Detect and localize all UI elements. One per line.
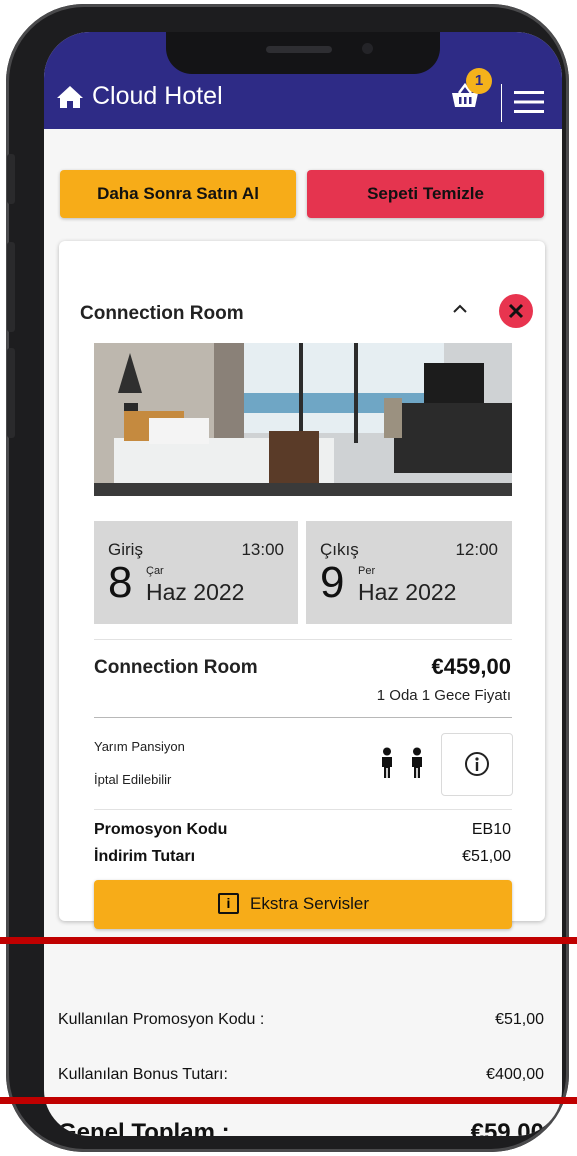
annotation-line-top bbox=[0, 937, 577, 944]
bonus-used-value: €400,00 bbox=[486, 1066, 544, 1083]
mute-switch bbox=[7, 154, 15, 204]
checkin-month-year: Haz 2022 bbox=[146, 579, 245, 605]
speaker bbox=[266, 46, 332, 53]
checkout-time: 12:00 bbox=[455, 540, 498, 559]
camera bbox=[362, 43, 373, 54]
app-title[interactable]: Cloud Hotel bbox=[92, 82, 223, 111]
promo-used-value: €51,00 bbox=[495, 1011, 544, 1028]
promo-used-label: Kullanılan Promosyon Kodu : bbox=[58, 1011, 265, 1028]
divider bbox=[94, 717, 512, 718]
checkin-time: 13:00 bbox=[241, 540, 284, 559]
checkout-weekday: Per bbox=[358, 565, 376, 577]
promo-code-value: EB10 bbox=[471, 821, 511, 838]
room-photo bbox=[94, 343, 512, 496]
volume-up-button bbox=[7, 242, 15, 332]
divider bbox=[94, 809, 512, 810]
buy-later-button[interactable]: Daha Sonra Satın Al bbox=[60, 170, 296, 218]
checkout-box: Çıkış 12:00 9 Per Haz 2022 bbox=[306, 521, 512, 624]
checkin-box: Giriş 13:00 8 Çar Haz 2022 bbox=[94, 521, 298, 624]
grand-total-label: Genel Toplam : bbox=[58, 1119, 230, 1136]
person-icon bbox=[410, 747, 424, 784]
checkin-weekday: Çar bbox=[146, 565, 164, 577]
room-price: €459,00 bbox=[431, 654, 511, 679]
discount-value: €51,00 bbox=[462, 848, 511, 865]
volume-down-button bbox=[7, 348, 15, 438]
extra-services-label: Ekstra Servisler bbox=[250, 894, 370, 913]
info-icon bbox=[464, 751, 490, 782]
bonus-used-label: Kullanılan Bonus Tutarı: bbox=[58, 1066, 228, 1083]
person-icon bbox=[380, 747, 394, 784]
divider bbox=[94, 639, 512, 640]
grand-total-value: €59,00 bbox=[470, 1119, 544, 1136]
phone-frame: Cloud Hotel 1 Daha Sonra Satın Al Sepeti… bbox=[6, 4, 569, 1152]
cancel-policy: İptal Edilebilir bbox=[94, 772, 172, 787]
discount-label: İndirim Tutarı bbox=[94, 848, 196, 865]
chevron-up-icon[interactable] bbox=[452, 301, 468, 319]
notch bbox=[166, 32, 440, 74]
menu-icon[interactable] bbox=[514, 90, 544, 119]
checkin-day: 8 bbox=[108, 558, 133, 607]
checkout-day: 9 bbox=[320, 558, 345, 607]
room-info-button[interactable] bbox=[441, 733, 513, 796]
checkout-label: Çıkış bbox=[320, 540, 359, 559]
close-icon[interactable] bbox=[499, 294, 533, 328]
home-icon[interactable] bbox=[56, 84, 84, 115]
checkin-label: Giriş bbox=[108, 540, 143, 559]
checkout-month-year: Haz 2022 bbox=[358, 579, 457, 605]
screen: Cloud Hotel 1 Daha Sonra Satın Al Sepeti… bbox=[44, 32, 562, 1136]
room-card-title: Connection Room bbox=[80, 303, 244, 324]
appbar-divider bbox=[501, 84, 502, 122]
promo-code-label: Promosyon Kodu bbox=[94, 821, 228, 838]
clear-cart-button[interactable]: Sepeti Temizle bbox=[307, 170, 544, 218]
room-name: Connection Room bbox=[94, 657, 258, 678]
cart-count-badge: 1 bbox=[466, 68, 492, 94]
board-type: Yarım Pansiyon bbox=[94, 739, 185, 754]
extra-services-button[interactable]: i Ekstra Servisler bbox=[94, 880, 512, 929]
info-square-icon: i bbox=[218, 893, 239, 914]
annotation-line-bottom bbox=[0, 1097, 577, 1104]
price-note: 1 Oda 1 Gece Fiyatı bbox=[376, 687, 511, 704]
